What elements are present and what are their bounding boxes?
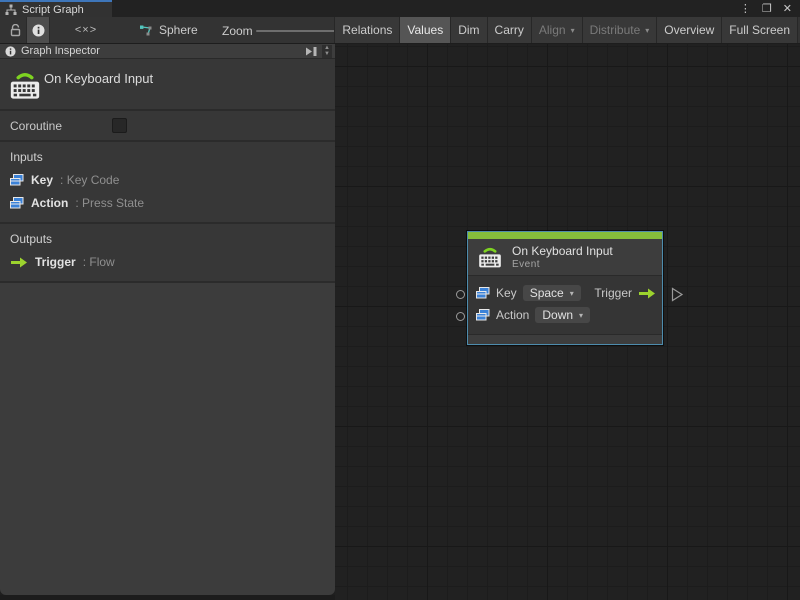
event-color-bar [468, 232, 662, 239]
separator: : [75, 196, 79, 210]
action-port-label: Action [496, 308, 530, 322]
graph-owner-icon [140, 25, 152, 35]
lock-icon [10, 23, 20, 36]
graph-inspector-panel: Graph Inspector ▲ ▼ On Keyboard Input Co… [0, 44, 335, 595]
full-screen-button[interactable]: Full Screen [721, 17, 798, 43]
output-type: Flow [89, 255, 115, 269]
title-bar: Script Graph ⋮ ❐ ✕ [0, 0, 800, 17]
chevron-down-icon: ▾ [579, 310, 584, 320]
values-label: Values [407, 23, 444, 37]
separator: : [60, 173, 64, 187]
flow-arrow-icon [11, 257, 27, 267]
chevron-down-icon: ▾ [570, 25, 575, 35]
node-subtitle: Event [512, 259, 541, 270]
overview-label: Overview [664, 23, 715, 37]
graph-owner-label: Sphere [159, 23, 198, 37]
on-keyboard-input-node[interactable]: On Keyboard Input Event Key Space ▾ Trig… [455, 231, 685, 345]
graph-inspector-title: Graph Inspector [21, 45, 100, 57]
spinner-down-icon[interactable]: ▼ [324, 51, 330, 57]
coroutine-label: Coroutine [10, 119, 63, 133]
window-edge [0, 595, 335, 600]
unit-title: On Keyboard Input [44, 71, 154, 86]
panel-scroll-spinner[interactable]: ▲ ▼ [322, 45, 332, 58]
overview-button[interactable]: Overview [656, 17, 722, 43]
value-port-icon [10, 197, 24, 209]
outputs-title: Outputs [10, 232, 53, 246]
outputs-section: Outputs Trigger : Flow [0, 224, 335, 283]
node-body: Key Space ▾ Trigger Action Down ▾ [468, 276, 662, 334]
inspector-toggle-button[interactable] [26, 17, 50, 43]
input-name: Key [31, 173, 54, 187]
code-view-button[interactable]: <×> [72, 17, 100, 43]
chevron-down-icon: ▾ [645, 25, 650, 35]
input-row-key: Key : Key Code [10, 173, 335, 187]
maximize-icon[interactable]: ❐ [762, 1, 772, 17]
code-icon: <×> [74, 24, 98, 36]
key-input-port[interactable] [456, 290, 465, 299]
inputs-title: Inputs [10, 150, 43, 164]
trigger-output-port[interactable] [671, 287, 684, 302]
keyboard-icon [479, 247, 501, 268]
values-button[interactable]: Values [399, 17, 451, 43]
action-dropdown-value: Down [542, 308, 574, 322]
toolbar-button-strip: Relations Values Dim Carry Align ▾ Distr… [334, 17, 798, 43]
key-row: Key Space ▾ Trigger [476, 282, 656, 304]
action-dropdown[interactable]: Down ▾ [535, 307, 591, 323]
carry-label: Carry [494, 23, 524, 37]
key-dropdown-value: Space [529, 286, 564, 300]
carry-button[interactable]: Carry [486, 17, 531, 43]
node-header[interactable]: On Keyboard Input Event [468, 239, 662, 276]
coroutine-checkbox[interactable] [112, 118, 127, 133]
info-icon [5, 45, 16, 57]
trigger-port-label: Trigger [594, 286, 632, 300]
dim-label: Dim [458, 23, 480, 37]
script-graph-icon [5, 4, 17, 15]
dock-panel-icon[interactable] [305, 46, 318, 57]
node-title: On Keyboard Input [512, 244, 613, 258]
separator: : [82, 255, 87, 269]
info-icon [32, 24, 44, 36]
full-screen-label: Full Screen [729, 23, 790, 37]
graph-inspector-header[interactable]: Graph Inspector ▲ ▼ [0, 44, 335, 59]
input-row-action: Action : Press State [10, 196, 335, 210]
chevron-down-icon: ▾ [569, 288, 574, 298]
node-footer [468, 334, 662, 344]
key-port-label: Key [496, 286, 517, 300]
window-menu-icon[interactable]: ⋮ [740, 1, 751, 17]
align-button[interactable]: Align ▾ [530, 17, 582, 43]
inputs-section: Inputs Key : Key Code Action : Press Sta… [0, 142, 335, 224]
relations-label: Relations [342, 23, 393, 37]
zoom-slider-track[interactable] [256, 30, 346, 32]
zoom-label: Zoom [222, 24, 253, 38]
output-row-trigger: Trigger : Flow [10, 255, 335, 269]
output-name: Trigger [35, 255, 76, 269]
distribute-label: Distribute [589, 23, 641, 37]
value-port-icon [476, 309, 490, 321]
graph-owner-chip[interactable]: Sphere [139, 17, 198, 43]
unit-header: On Keyboard Input [0, 59, 335, 111]
dim-button[interactable]: Dim [450, 17, 487, 43]
key-dropdown[interactable]: Space ▾ [522, 285, 581, 301]
distribute-button[interactable]: Distribute ▾ [581, 17, 657, 43]
tab-label: Script Graph [22, 3, 84, 16]
action-row: Action Down ▾ [476, 304, 656, 326]
value-port-icon [10, 174, 24, 186]
input-type: Key Code [66, 173, 120, 187]
lock-button[interactable] [6, 17, 24, 43]
align-label: Align [538, 23, 566, 37]
close-icon[interactable]: ✕ [783, 1, 792, 17]
relations-button[interactable]: Relations [334, 17, 400, 43]
flow-arrow-icon [639, 288, 655, 298]
input-name: Action [31, 196, 69, 210]
input-type: Press State [82, 196, 145, 210]
graph-toolbar: <×> Sphere Zoom 1x Relations Values Dim … [0, 17, 800, 44]
keyboard-icon [10, 73, 40, 99]
coroutine-row: Coroutine [0, 111, 335, 142]
action-input-port[interactable] [456, 312, 465, 321]
value-port-icon [476, 287, 490, 299]
tab-script-graph[interactable]: Script Graph [0, 0, 112, 17]
